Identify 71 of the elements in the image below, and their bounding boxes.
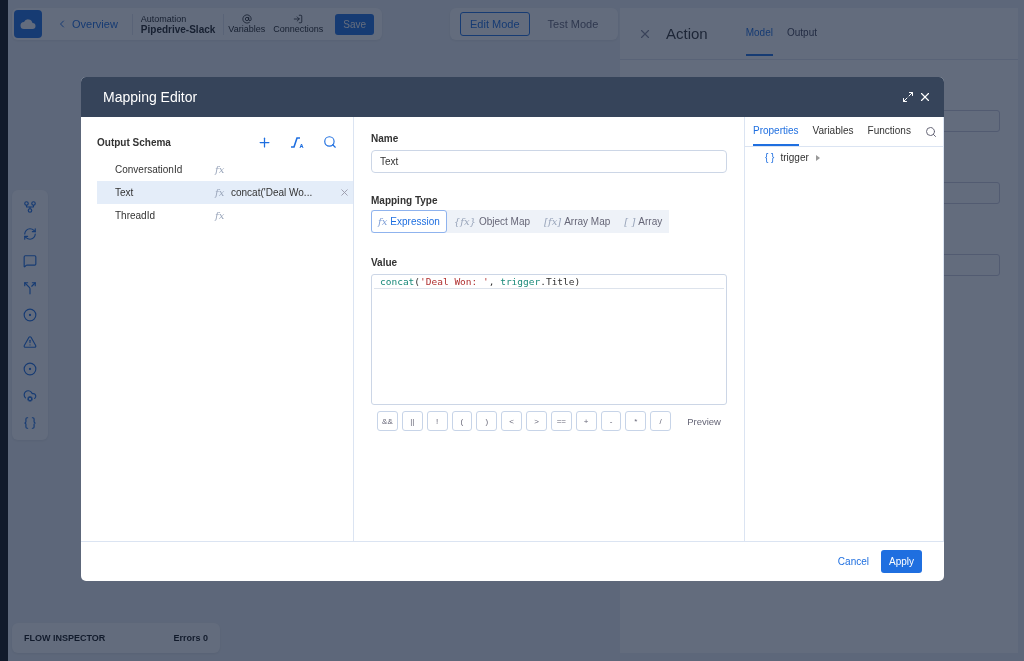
operator-button[interactable]: - <box>600 411 622 431</box>
search-icon <box>323 135 337 149</box>
mapping-type-tab[interactable]: {fx} Object Map <box>446 210 538 233</box>
field-expression: concat('Deal Wo... <box>231 187 314 198</box>
loop-icon[interactable] <box>23 227 37 241</box>
mapping-type-tab[interactable]: fx Expression <box>371 210 447 233</box>
cancel-button[interactable]: Cancel <box>831 555 875 568</box>
mapping-type-tab[interactable]: [fx] Array Map <box>537 210 618 233</box>
inspector-title: FLOW INSPECTOR <box>24 633 106 643</box>
plus-icon <box>257 135 272 150</box>
mapping-type-tab[interactable]: [ ] Array <box>617 210 670 233</box>
maximize-button[interactable] <box>900 89 916 105</box>
operator-button[interactable]: == <box>550 411 572 431</box>
operator-button[interactable]: && <box>377 411 398 431</box>
type-icon: {fx} <box>453 216 476 227</box>
field-name: Text <box>115 187 135 198</box>
message-icon[interactable] <box>23 254 37 268</box>
type-icon: fx <box>378 216 388 227</box>
operator-button[interactable]: ( <box>451 411 473 431</box>
search-icon[interactable] <box>924 125 937 138</box>
operator-button[interactable]: * <box>625 411 647 431</box>
type-icon: [fx] <box>544 216 562 227</box>
field-label: Value <box>371 257 399 268</box>
remove-icon[interactable] <box>339 187 350 198</box>
section-title: Output Schema <box>97 137 171 148</box>
expand-icon <box>902 91 914 103</box>
type-icon: [ ] <box>624 216 636 227</box>
operator-button[interactable]: / <box>650 411 672 431</box>
schema-row[interactable]: ThreadId fx <box>97 204 353 227</box>
name-input[interactable]: Text <box>371 150 727 173</box>
operator-button[interactable]: ! <box>426 411 448 431</box>
warning-icon[interactable] <box>23 335 37 349</box>
apply-button[interactable]: Apply <box>881 550 922 573</box>
tree-item[interactable]: { } trigger <box>745 147 943 168</box>
automation-label: Automation <box>140 13 188 24</box>
operator-button[interactable]: + <box>575 411 597 431</box>
fx-icon: fx <box>215 164 231 175</box>
fork-icon[interactable] <box>23 200 37 214</box>
code-editor[interactable]: concat('Deal Won: ', trigger.Title) <box>371 274 727 405</box>
close-icon <box>918 90 932 104</box>
fx-icon: fx <box>215 187 231 198</box>
errors-label: Errors 0 <box>173 633 208 643</box>
panel-tab[interactable]: Functions <box>867 117 911 146</box>
operator-button[interactable]: > <box>526 411 547 431</box>
schema-row[interactable]: ConversationId fx <box>97 158 353 181</box>
preview-button[interactable]: Preview <box>681 414 727 428</box>
cloud-icon[interactable] <box>23 389 37 403</box>
expand-arrow-icon[interactable] <box>814 154 821 161</box>
enter-icon <box>293 14 304 24</box>
at-icon <box>241 14 252 24</box>
field-name: ConversationId <box>115 164 184 175</box>
fx-icon: fx <box>215 210 231 221</box>
field-name: ThreadId <box>115 210 157 221</box>
panel-title: Action <box>666 25 708 42</box>
target-icon[interactable] <box>23 308 37 322</box>
automation-name: Pipedrive-Slack <box>140 23 216 35</box>
panel-tab[interactable]: Variables <box>812 117 854 146</box>
logo-icon[interactable] <box>14 10 42 38</box>
code-line: concat('Deal Won: ', trigger.Title) <box>374 275 724 289</box>
circle-icon[interactable] <box>23 362 37 376</box>
operator-button[interactable]: < <box>501 411 523 431</box>
panel-tab[interactable]: Properties <box>753 117 799 146</box>
dialog-title: Mapping Editor <box>103 89 199 105</box>
field-label: Name <box>371 133 400 144</box>
operator-button[interactable]: || <box>401 411 423 431</box>
operator-button[interactable]: ) <box>476 411 498 431</box>
field-label: Mapping Type <box>371 195 439 206</box>
braces-icon[interactable] <box>23 416 37 430</box>
sort-icon <box>290 135 305 150</box>
split-icon[interactable] <box>23 281 37 295</box>
schema-row[interactable]: Text fx concat('Deal Wo... <box>97 181 353 204</box>
